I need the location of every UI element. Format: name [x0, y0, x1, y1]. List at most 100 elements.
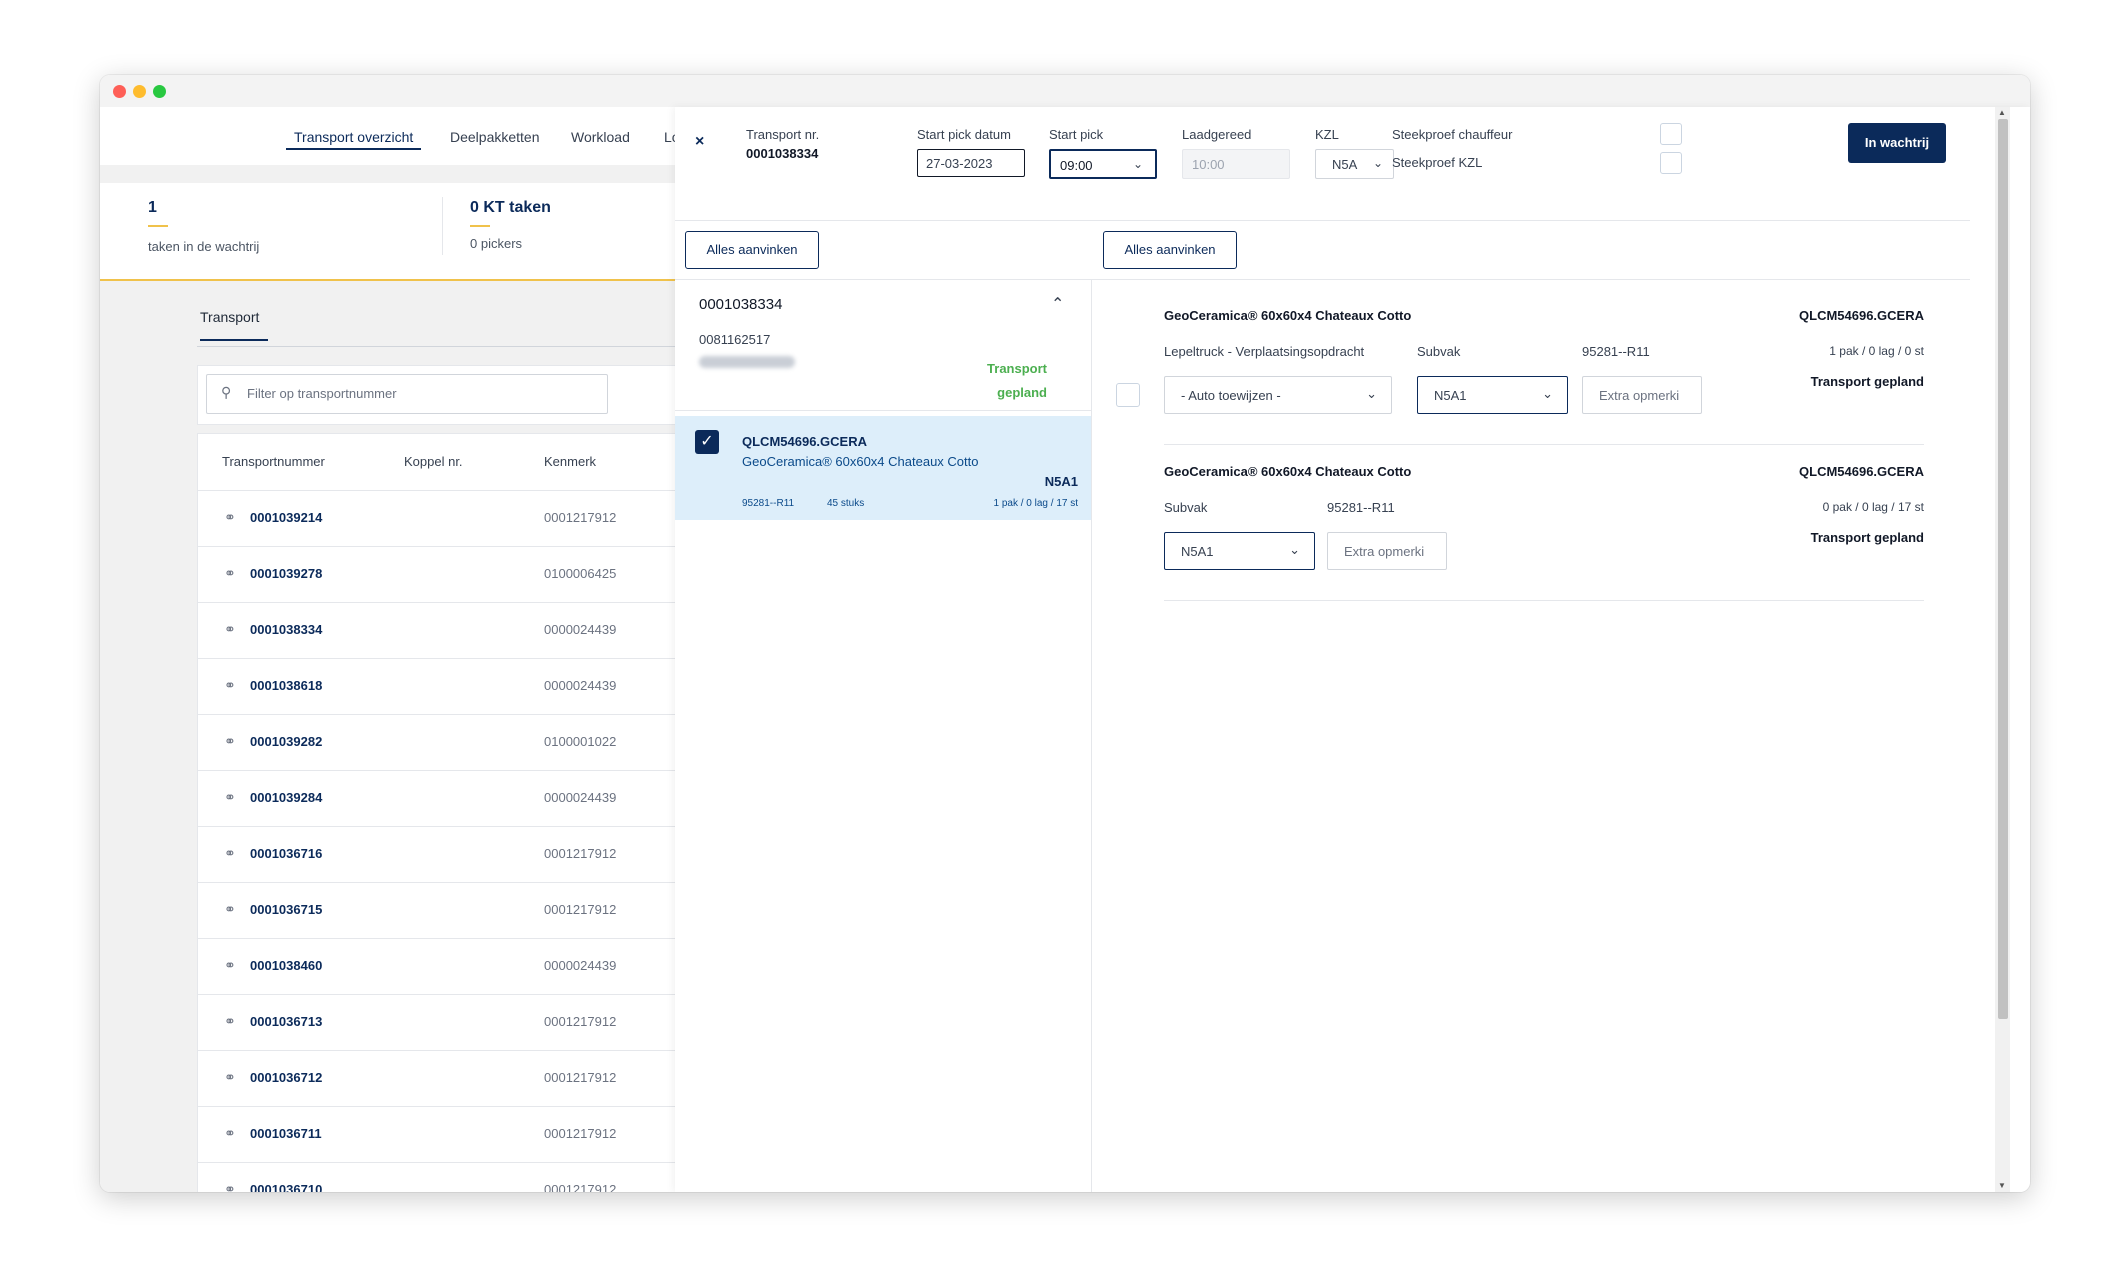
transport-number[interactable]: 0001036711	[250, 1126, 322, 1141]
kzl-select[interactable]: N5A ⌄	[1315, 149, 1394, 179]
table-row[interactable]: ⚭ 0001036713 0001217912	[198, 994, 676, 1051]
tab-transport[interactable]: Transport	[200, 309, 268, 341]
extra-opmerking-input[interactable]: Extra opmerki	[1327, 532, 1447, 570]
link-icon: ⚭	[224, 565, 236, 581]
table-row[interactable]: ⚭ 0001036716 0001217912	[198, 826, 676, 883]
steekproef-chauffeur-checkbox[interactable]	[1660, 123, 1682, 145]
minimize-window-button[interactable]	[133, 85, 146, 98]
kt-count: 0 KT taken	[470, 199, 551, 216]
tab-deelpakketten[interactable]: Deelpakketten	[450, 129, 540, 145]
transport-number[interactable]: 0001036715	[250, 902, 322, 917]
transport-number[interactable]: 0001036716	[250, 846, 322, 861]
table-row[interactable]: ⚭ 0001038460 0000024439	[198, 938, 676, 995]
scroll-up-icon[interactable]: ▲	[1998, 108, 2006, 117]
table-row[interactable]: ⚭ 0001036710 0001217912	[198, 1162, 676, 1192]
search-icon: ⚲	[221, 384, 232, 400]
kt-underline	[470, 225, 490, 227]
transport-nr-value: 0001038334	[746, 146, 819, 161]
queue-count: 1	[148, 199, 157, 216]
item-ref: 95281--R11	[742, 498, 795, 509]
redacted-customer-name	[699, 356, 795, 368]
link-icon: ⚭	[224, 1181, 236, 1192]
table-row[interactable]: ⚭ 0001039278 0100006425	[198, 546, 676, 603]
table-row[interactable]: ⚭ 0001036711 0001217912	[198, 1106, 676, 1163]
steekproef-kzl-checkbox[interactable]	[1660, 152, 1682, 174]
scroll-thumb[interactable]	[1998, 119, 2008, 1019]
subvak-select[interactable]: N5A1 ⌄	[1417, 376, 1568, 414]
table-row[interactable]: ⚭ 0001036715 0001217912	[198, 882, 676, 939]
chevron-down-icon: ⌄	[1366, 386, 1377, 401]
pick-list-column: 0001038334 ⌃ 0081162517 Transport gepland…	[675, 280, 1092, 1192]
group-status-line2: gepland	[997, 385, 1047, 400]
card-title: GeoCeramica® 60x60x4 Chateaux Cotto	[1164, 308, 1412, 323]
table-row[interactable]: ⚭ 0001039214 0001217912	[198, 490, 676, 547]
top-nav: Transport overzicht Deelpakketten Worklo…	[100, 107, 680, 165]
subvak-value: N5A1	[1181, 544, 1214, 559]
panel-scrollbar[interactable]: ▲ ▼	[1995, 107, 2010, 1192]
in-wachtrij-button[interactable]: In wachtrij	[1848, 123, 1946, 163]
order-type-value: - Auto toewijzen -	[1181, 388, 1281, 403]
item-name: GeoCeramica® 60x60x4 Chateaux Cotto	[742, 454, 979, 469]
transport-number[interactable]: 0001039282	[250, 734, 322, 749]
header-transportnummer[interactable]: Transportnummer	[222, 454, 325, 469]
table-row[interactable]: ⚭ 0001039282 0100001022	[198, 714, 676, 771]
transport-tabbar: Transport	[197, 291, 675, 347]
header-koppel-nr[interactable]: Koppel nr.	[404, 454, 463, 469]
detail-card-2: GeoCeramica® 60x60x4 Chateaux Cotto QLCM…	[1164, 460, 1924, 620]
tab-workload[interactable]: Workload	[571, 129, 630, 145]
pick-item[interactable]: ✓ QLCM54696.GCERA GeoCeramica® 60x60x4 C…	[675, 416, 1091, 520]
transport-number[interactable]: 0001036712	[250, 1070, 322, 1085]
scroll-down-icon[interactable]: ▼	[1998, 1181, 2006, 1190]
header-kenmerk[interactable]: Kenmerk	[544, 454, 596, 469]
subvak-select[interactable]: N5A1 ⌄	[1164, 532, 1315, 570]
transport-number[interactable]: 0001039284	[250, 790, 322, 805]
background-app: Transport overzicht Deelpakketten Worklo…	[100, 107, 680, 1192]
link-icon: ⚭	[224, 789, 236, 805]
tab-transport-overzicht[interactable]: Transport overzicht	[286, 129, 422, 150]
link-icon: ⚭	[224, 957, 236, 973]
chevron-down-icon: ⌄	[1372, 156, 1383, 170]
detail-card-1: GeoCeramica® 60x60x4 Chateaux Cotto QLCM…	[1164, 304, 1924, 464]
link-icon: ⚭	[224, 1125, 236, 1141]
close-icon[interactable]: ×	[695, 133, 704, 151]
laadgereed-input[interactable]: 10:00	[1182, 149, 1290, 179]
card-ref: 95281--R11	[1327, 500, 1395, 515]
transport-number[interactable]: 0001038618	[250, 678, 322, 693]
table-row[interactable]: ⚭ 0001038334 0000024439	[198, 602, 676, 659]
checkmark-icon[interactable]: ✓	[695, 430, 719, 454]
filter-input[interactable]: ⚲ Filter op transportnummer	[206, 374, 608, 414]
card-status: Transport gepland	[1810, 530, 1924, 545]
group-subtitle: 0081162517	[699, 332, 771, 347]
check-all-right-button[interactable]: Alles aanvinken	[1103, 231, 1237, 269]
transport-number[interactable]: 0001036710	[250, 1182, 322, 1192]
steekproef-kzl-label: Steekproef KZL	[1392, 155, 1483, 170]
table-row[interactable]: ⚭ 0001038618 0000024439	[198, 658, 676, 715]
start-pick-datum-input[interactable]: 27-03-2023	[917, 149, 1025, 177]
transport-number[interactable]: 0001039214	[250, 510, 322, 525]
extra-opmerking-input[interactable]: Extra opmerki	[1582, 376, 1702, 414]
queue-label: taken in de wachtrij	[148, 239, 260, 254]
card-1-checkbox[interactable]	[1116, 383, 1140, 407]
detail-column: GeoCeramica® 60x60x4 Chateaux Cotto QLCM…	[1092, 280, 1970, 1192]
transport-number[interactable]: 0001038334	[250, 622, 322, 637]
transport-number[interactable]: 0001038460	[250, 958, 322, 973]
card-code: QLCM54696.GCERA	[1799, 308, 1924, 323]
transport-number[interactable]: 0001039278	[250, 566, 322, 581]
transport-number[interactable]: 0001036713	[250, 1014, 322, 1029]
table-row[interactable]: ⚭ 0001036712 0001217912	[198, 1050, 676, 1107]
link-icon: ⚭	[224, 733, 236, 749]
card-qty: 1 pak / 0 lag / 0 st	[1829, 344, 1924, 358]
link-icon: ⚭	[224, 901, 236, 917]
table-row[interactable]: ⚭ 0001039284 0000024439	[198, 770, 676, 827]
maximize-window-button[interactable]	[153, 85, 166, 98]
chevron-up-icon[interactable]: ⌃	[1051, 294, 1064, 314]
order-type-select[interactable]: - Auto toewijzen - ⌄	[1164, 376, 1392, 414]
check-all-left-button[interactable]: Alles aanvinken	[685, 231, 819, 269]
chevron-down-icon: ⌄	[1132, 157, 1143, 171]
close-window-button[interactable]	[113, 85, 126, 98]
kzl-value: N5A	[1332, 157, 1358, 172]
start-pick-select[interactable]: 09:00 ⌄	[1049, 149, 1157, 179]
extra-opmerking-placeholder: Extra opmerki	[1344, 544, 1425, 559]
transport-group[interactable]: 0001038334 ⌃ 0081162517 Transport gepland	[675, 280, 1091, 411]
card-separator	[1164, 444, 1924, 445]
